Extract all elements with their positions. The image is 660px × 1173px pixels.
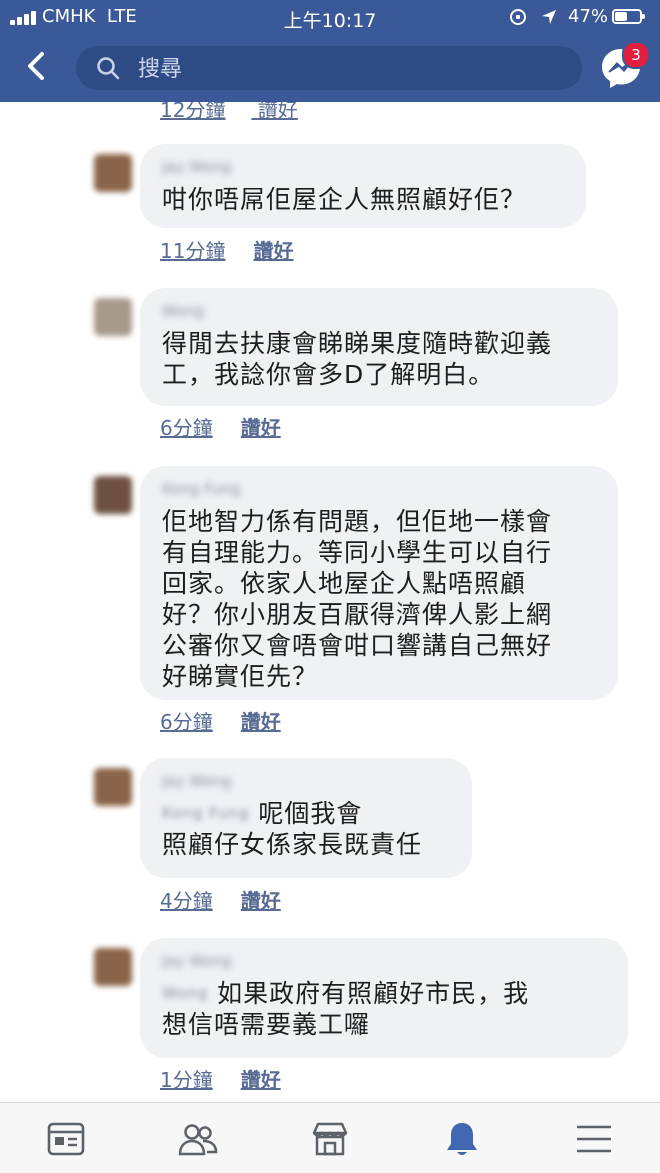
like-link[interactable]: 讚好 [241, 889, 281, 913]
news-feed-icon[interactable] [46, 1119, 86, 1159]
menu-icon[interactable] [574, 1119, 614, 1159]
comment-time-link[interactable]: 1分鐘 [160, 1068, 213, 1092]
comment-time-link[interactable]: 6分鐘 [160, 416, 213, 440]
avatar[interactable] [94, 768, 132, 806]
search-bar[interactable] [76, 46, 582, 90]
avatar[interactable] [94, 948, 132, 986]
comment-text-body: 如果政府有照顧好市民，我 想信唔需要義工囉 [162, 979, 530, 1039]
like-link[interactable]: 讚好 [241, 416, 281, 440]
comment-text: 咁你唔屌佢屋企人無照顧好佢？ [162, 185, 527, 214]
comment-author-blurred[interactable]: Jay Wong [162, 158, 564, 178]
friends-icon[interactable] [178, 1119, 218, 1159]
comment-bubble: Kong Fung 佢地智力係有問題，但佢地一樣會 有自理能力。等同小學生可以自… [140, 466, 618, 700]
comment-author-blurred[interactable]: Jay Wong [162, 772, 450, 792]
comment-meta: 1分鐘 讚好 [160, 1064, 281, 1093]
comment-time-link[interactable]: 6分鐘 [160, 710, 213, 734]
comment-text: Wong 如果政府有照顧好市民，我 想信唔需要義工囉 [162, 978, 606, 1040]
comment-bubble: Jay Wong Wong 如果政府有照顧好市民，我 想信唔需要義工囉 [140, 938, 628, 1058]
mention-tag-blurred[interactable]: Kong Fung [162, 798, 249, 829]
avatar[interactable] [94, 154, 132, 192]
comment-author-blurred[interactable]: Wong [162, 302, 596, 322]
like-link[interactable]: 讚好 [253, 239, 293, 263]
comment-bubble: Jay Wong 咁你唔屌佢屋企人無照顧好佢？ [140, 144, 586, 228]
messenger-unread-badge: 3 [622, 41, 650, 69]
comment-meta: 11分鐘 讚好 [160, 235, 293, 264]
comment-author-blurred[interactable]: Jay Wong [162, 952, 606, 972]
bottom-tab-bar [0, 1102, 660, 1173]
status-bar: CMHK LTE 上午10:17 47% [0, 0, 660, 34]
comment-time-link[interactable]: 4分鐘 [160, 889, 213, 913]
comment-meta: 6分鐘 讚好 [160, 706, 281, 735]
comment-text: Kong Fung 呢個我會 照顧仔女係家長既責任 [162, 798, 450, 860]
marketplace-icon[interactable] [310, 1119, 350, 1159]
battery-icon [612, 9, 645, 24]
search-icon [97, 57, 120, 80]
comment-text: 得閒去扶康會睇睇果度隨時歡迎義 工，我諗你會多D了解明白。 [162, 329, 553, 389]
search-input[interactable] [136, 52, 560, 86]
top-bar: CMHK LTE 上午10:17 47% 3 [0, 0, 660, 102]
rotation-lock-icon [510, 9, 526, 25]
comment-meta: 6分鐘 讚好 [160, 412, 281, 441]
like-link[interactable]: 讚好 [241, 710, 281, 734]
like-link[interactable]: 讚好 [241, 1068, 281, 1092]
comment-time-link[interactable]: 11分鐘 [160, 239, 225, 263]
back-chevron-icon[interactable] [22, 51, 52, 81]
comment-bubble: Jay Wong Kong Fung 呢個我會 照顧仔女係家長既責任 [140, 758, 472, 878]
mention-tag-blurred[interactable]: Wong [162, 978, 208, 1009]
comment-author-blurred[interactable]: Kong Fung [162, 480, 596, 500]
location-arrow-icon [542, 10, 556, 24]
notifications-bell-icon[interactable] [442, 1119, 482, 1159]
avatar[interactable] [94, 476, 132, 514]
status-time: 上午10:17 [283, 10, 377, 32]
comment-meta: 4分鐘 讚好 [160, 885, 281, 914]
avatar[interactable] [94, 298, 132, 336]
comment-text: 佢地智力係有問題，但佢地一樣會 有自理能力。等同小學生可以自行 回家。依家人地屋… [162, 507, 553, 691]
battery-percentage: 47% [568, 6, 609, 27]
comment-bubble: Wong 得閒去扶康會睇睇果度隨時歡迎義 工，我諗你會多D了解明白。 [140, 288, 618, 406]
